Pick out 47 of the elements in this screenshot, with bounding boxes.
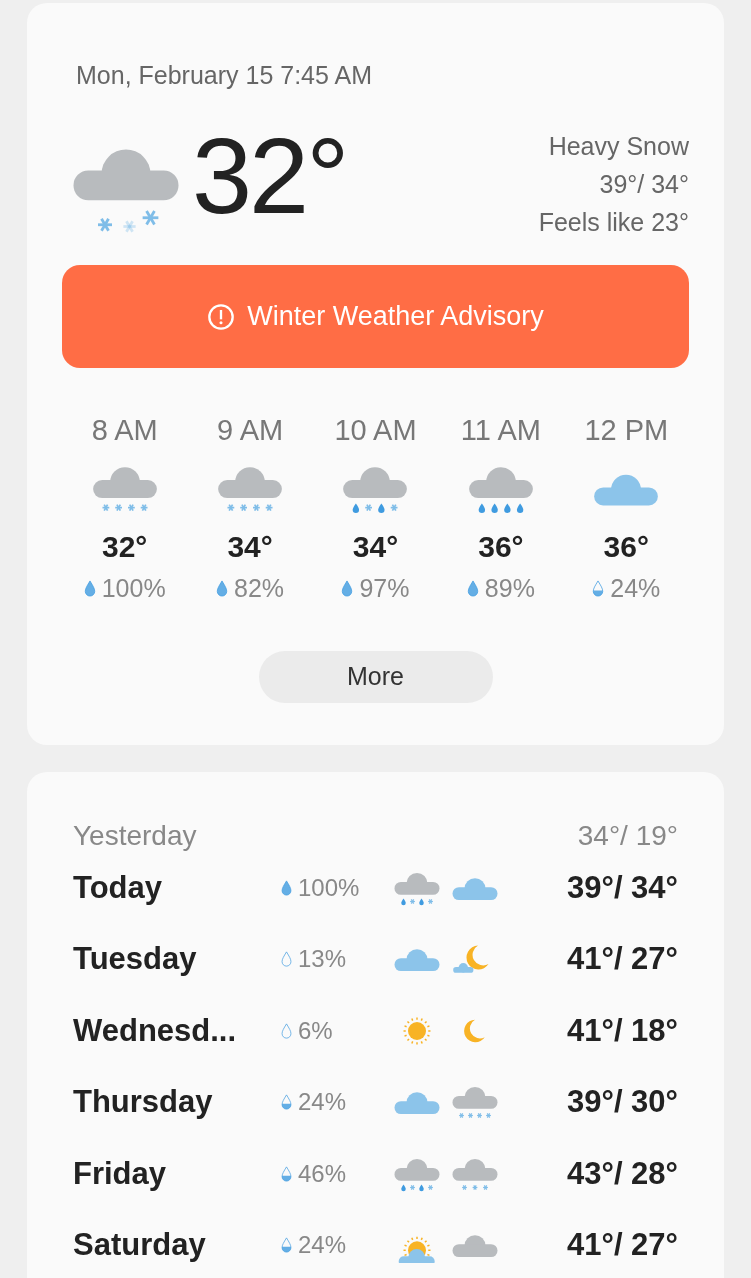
rain-cloud-icon bbox=[466, 464, 535, 513]
day-high-low: 43°/ 28° bbox=[567, 1154, 678, 1193]
hour-temperature: 36° bbox=[603, 532, 649, 562]
snow-cloud-icon bbox=[451, 1084, 499, 1121]
hour-temperature: 36° bbox=[478, 532, 524, 562]
condition: Heavy Snow bbox=[548, 132, 689, 160]
alert-icon bbox=[207, 302, 236, 331]
snow-cloud-icon bbox=[216, 464, 285, 513]
precipitation-chance: 24% bbox=[298, 1087, 347, 1118]
hour-temperature: 34° bbox=[227, 532, 273, 562]
more-button[interactable]: More bbox=[258, 651, 493, 703]
day-name: Friday bbox=[73, 1154, 168, 1193]
hour-label: 9 AM bbox=[217, 416, 284, 445]
precipitation-chance: 24% bbox=[610, 576, 661, 601]
yesterday-high-low: 34°/ 19° bbox=[577, 819, 678, 853]
day-high-low: 39°/ 34° bbox=[567, 868, 678, 907]
precipitation-chance: 89% bbox=[484, 576, 535, 601]
hour-temperature: 32° bbox=[102, 532, 148, 562]
snow-cloud-icon bbox=[90, 464, 159, 513]
day-high-low: 41°/ 27° bbox=[567, 940, 678, 978]
current-temperature: 32° bbox=[192, 122, 347, 230]
day-high-low: 39°/ 30° bbox=[567, 1083, 678, 1121]
hour-label: 11 AM bbox=[460, 416, 541, 445]
precipitation-chance: 100% bbox=[101, 576, 166, 601]
precipitation-chance: 46% bbox=[298, 1158, 347, 1189]
day-name: Saturday bbox=[73, 1226, 207, 1264]
precipitation-chance: 100% bbox=[298, 872, 360, 903]
date-time: Mon, February 15 7:45 AM bbox=[75, 63, 373, 88]
high-low: 39°/ 34° bbox=[599, 170, 689, 198]
day-name: Today bbox=[73, 868, 163, 907]
precipitation-chance: 24% bbox=[298, 1230, 347, 1261]
day-name: Thursday bbox=[73, 1083, 214, 1121]
feels-like: Feels like 23° bbox=[538, 208, 689, 236]
day-name: Tuesday bbox=[73, 940, 198, 978]
hour-temperature: 34° bbox=[352, 532, 399, 562]
day-high-low: 41°/ 27° bbox=[567, 1226, 678, 1264]
precipitation-chance: 6% bbox=[298, 1015, 333, 1046]
hour-label: 10 AM bbox=[334, 416, 417, 445]
precipitation-chance: 97% bbox=[359, 576, 410, 601]
precipitation-chance: 82% bbox=[234, 576, 285, 601]
day-name: Wednesd... bbox=[73, 1011, 238, 1050]
sleet-cloud-icon bbox=[341, 464, 410, 513]
hour-label: 12 PM bbox=[584, 416, 669, 445]
day-high-low: 41°/ 18° bbox=[567, 1011, 678, 1050]
hour-label: 8 AM bbox=[91, 416, 158, 445]
precipitation-chance: 13% bbox=[298, 944, 347, 975]
yesterday-label: Yesterday bbox=[73, 819, 197, 853]
